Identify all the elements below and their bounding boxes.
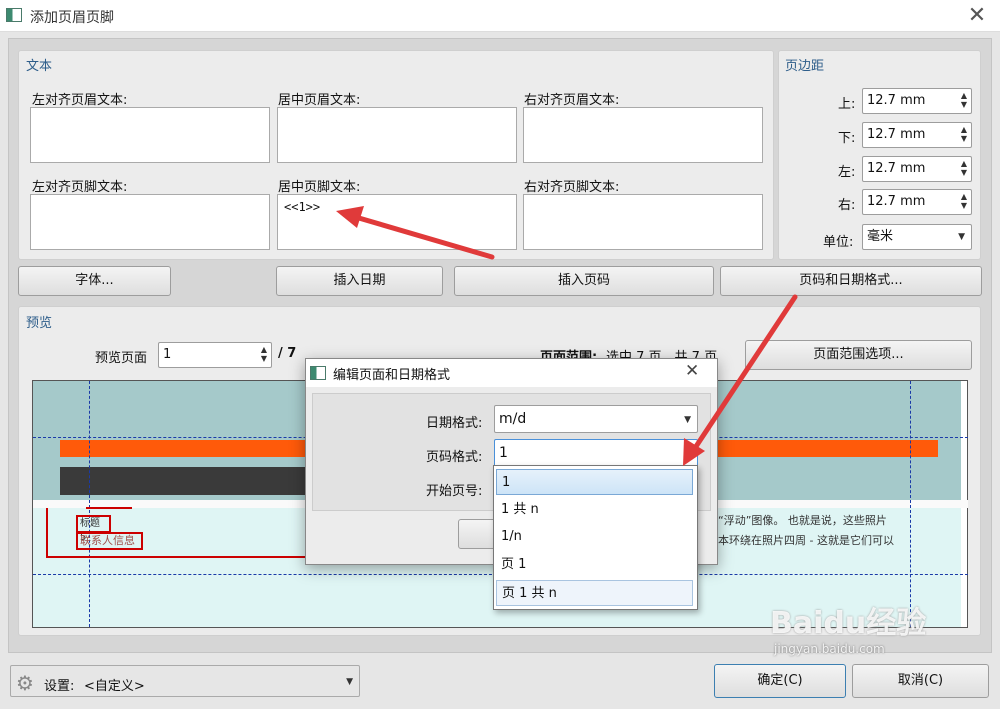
red-arrow-1 — [349, 213, 495, 260]
watermark-url: jingyan.baidu.com — [774, 642, 885, 656]
red-arrow-1-head — [336, 206, 364, 228]
watermark-brand: Baidu经验 — [770, 606, 927, 641]
baidu-watermark: Baidu经验 jingyan.baidu.com — [770, 598, 950, 658]
red-arrow-2 — [692, 294, 798, 451]
